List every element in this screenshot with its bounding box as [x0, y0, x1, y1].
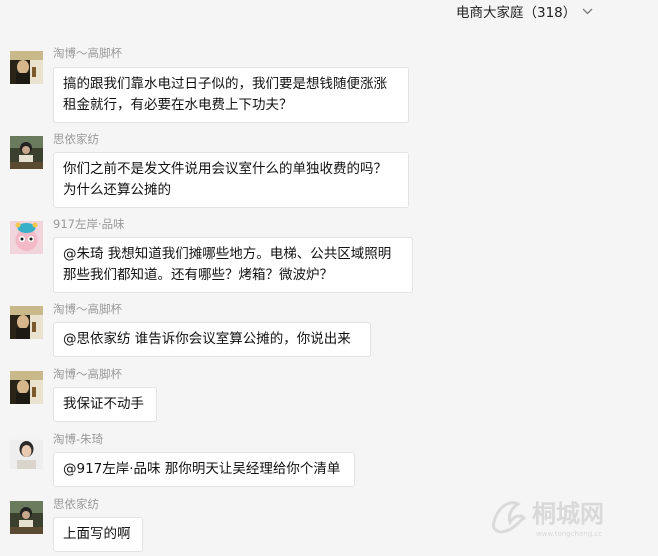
avatar-zuoan-pinwei-icon [10, 221, 43, 254]
avatar-gaojiaobei-icon [10, 306, 43, 339]
site-watermark: 桐城网 www.tongcheng.cc [488, 492, 638, 542]
message-bubble[interactable]: @朱琦 我想知道我们摊哪些地方。电梯、公共区域照明 那些我们都知道。还有哪些？烤… [53, 237, 413, 293]
avatar-siyijiafang-icon [10, 136, 43, 169]
message-text-line: @思依家纺 谁告诉你会议室算公摊的，你说出来 [63, 331, 351, 347]
avatar[interactable] [10, 436, 43, 469]
message-bubble[interactable]: @思依家纺 谁告诉你会议室算公摊的，你说出来 [53, 322, 371, 357]
message-text-line: 那些我们都知道。还有哪些？烤箱？微波炉？ [63, 267, 333, 283]
message-text-line: @朱琦 我想知道我们摊哪些地方。电梯、公共区域照明 [63, 246, 392, 262]
sender-name: 思依家纺 [53, 132, 99, 146]
message-text-line: 你们之前不是发文件说用会议室什么的单独收费的吗？ [63, 161, 387, 177]
avatar[interactable] [10, 221, 43, 254]
avatar-gaojiaobei-icon [10, 51, 43, 84]
sender-name: 思依家纺 [53, 497, 99, 511]
message-bubble[interactable]: 你们之前不是发文件说用会议室什么的单独收费的吗？ 为什么还算公摊的 [53, 152, 409, 208]
watermark-text: 桐城网 [532, 500, 604, 528]
watermark-logo-icon: 桐城网 www.tongcheng.cc [492, 500, 604, 538]
sender-name: 淘博-朱琦 [53, 432, 104, 446]
sender-name: 917左岸·品味 [53, 217, 125, 231]
chat-message-list[interactable]: 淘博～高脚杯 搞的跟我们靠水电过日子似的，我们要是想钱随便涨涨 租金就行，有必要… [0, 0, 658, 556]
avatar-siyijiafang-icon [10, 501, 43, 534]
avatar[interactable] [10, 501, 43, 534]
message-bubble[interactable]: @917左岸·品味 那你明天让吴经理给你个清单 [53, 452, 355, 487]
avatar-zhuqi-icon [10, 436, 43, 469]
message-text-line: 为什么还算公摊的 [63, 182, 171, 198]
message-text-line: 搞的跟我们靠水电过日子似的，我们要是想钱随便涨涨 [63, 76, 387, 92]
message-bubble[interactable]: 我保证不动手 [53, 387, 157, 422]
message-text-line: 租金就行，有必要在水电费上下功夫？ [63, 97, 293, 113]
sender-name: 淘博～高脚杯 [53, 367, 122, 381]
watermark-url: www.tongcheng.cc [536, 530, 602, 538]
message-text-line: 我保证不动手 [63, 396, 144, 412]
message-text-line: @917左岸·品味 那你明天让吴经理给你个清单 [63, 461, 341, 477]
avatar[interactable] [10, 51, 43, 84]
message-bubble[interactable]: 搞的跟我们靠水电过日子似的，我们要是想钱随便涨涨 租金就行，有必要在水电费上下功… [53, 67, 409, 123]
avatar-gaojiaobei-icon [10, 371, 43, 404]
sender-name: 淘博～高脚杯 [53, 302, 122, 316]
avatar[interactable] [10, 136, 43, 169]
message-bubble[interactable]: 上面写的啊 [53, 517, 143, 552]
avatar[interactable] [10, 371, 43, 404]
sender-name: 淘博～高脚杯 [53, 46, 122, 60]
message-text-line: 上面写的啊 [63, 526, 131, 542]
avatar[interactable] [10, 306, 43, 339]
